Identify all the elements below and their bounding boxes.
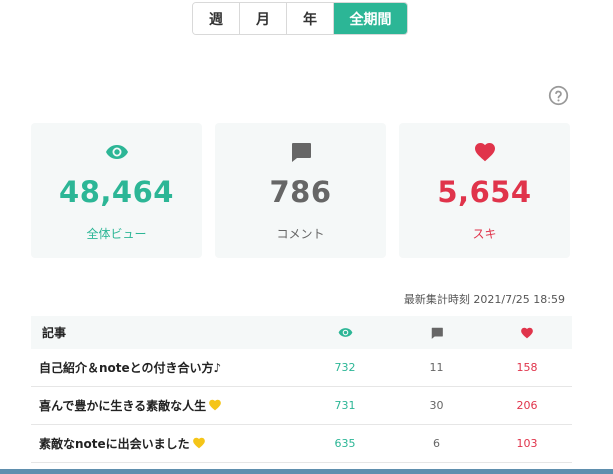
comments-total: 786 — [269, 175, 332, 209]
tab-all-time[interactable]: 全期間 — [334, 3, 407, 34]
header-comments[interactable] — [391, 326, 482, 340]
question-circle-icon[interactable] — [548, 85, 569, 106]
article-views: 732 — [334, 361, 356, 374]
article-title[interactable]: 自己紹介＆noteとの付き合い方♪ — [31, 359, 299, 376]
comments-label: コメント — [276, 227, 325, 241]
stat-card-likes: 5,654 スキ — [399, 123, 570, 258]
article-likes: 103 — [516, 437, 538, 450]
comment-icon — [431, 327, 443, 339]
eye-icon — [338, 328, 352, 337]
yellow-heart-icon — [209, 399, 222, 411]
header-likes[interactable] — [482, 326, 572, 340]
heart-icon — [474, 143, 495, 162]
period-tabs: 週 月 年 全期間 — [192, 2, 408, 35]
article-comments: 11 — [429, 361, 444, 374]
likes-label: スキ — [472, 227, 497, 241]
article-title[interactable]: 素敵なnoteに出会いました — [31, 435, 299, 452]
tab-month[interactable]: 月 — [240, 3, 287, 34]
articles-table: 記事 自己紹介＆noteとの付き合い方♪ 732 11 158 喜んで豊かに生き… — [31, 316, 572, 463]
last-updated: 最新集計時刻 2021/7/25 18:59 — [403, 293, 565, 306]
yellow-heart-icon — [192, 437, 205, 449]
article-likes: 158 — [516, 361, 538, 374]
header-views[interactable] — [299, 325, 391, 340]
article-likes: 206 — [516, 399, 538, 412]
article-comments: 6 — [433, 437, 440, 450]
article-views: 731 — [334, 399, 356, 412]
article-title[interactable]: 喜んで豊かに生きる素敵な人生 — [31, 397, 299, 414]
bottom-bar — [0, 469, 613, 474]
views-label: 全体ビュー — [86, 227, 147, 241]
tab-week[interactable]: 週 — [193, 3, 240, 34]
table-row[interactable]: 喜んで豊かに生きる素敵な人生 731 30 206 — [31, 387, 572, 425]
eye-icon — [105, 145, 128, 159]
views-total: 48,464 — [59, 175, 174, 209]
stat-card-views: 48,464 全体ビュー — [31, 123, 202, 258]
tab-year[interactable]: 年 — [287, 3, 334, 34]
table-row[interactable]: 自己紹介＆noteとの付き合い方♪ 732 11 158 — [31, 349, 572, 387]
likes-total: 5,654 — [437, 175, 532, 209]
table-header: 記事 — [31, 316, 572, 349]
article-comments: 30 — [429, 399, 444, 412]
header-article: 記事 — [42, 326, 67, 340]
table-row[interactable]: 素敵なnoteに出会いました 635 6 103 — [31, 425, 572, 463]
article-views: 635 — [334, 437, 356, 450]
comment-icon — [291, 143, 311, 162]
stat-card-comments: 786 コメント — [215, 123, 386, 258]
heart-icon — [521, 327, 533, 338]
